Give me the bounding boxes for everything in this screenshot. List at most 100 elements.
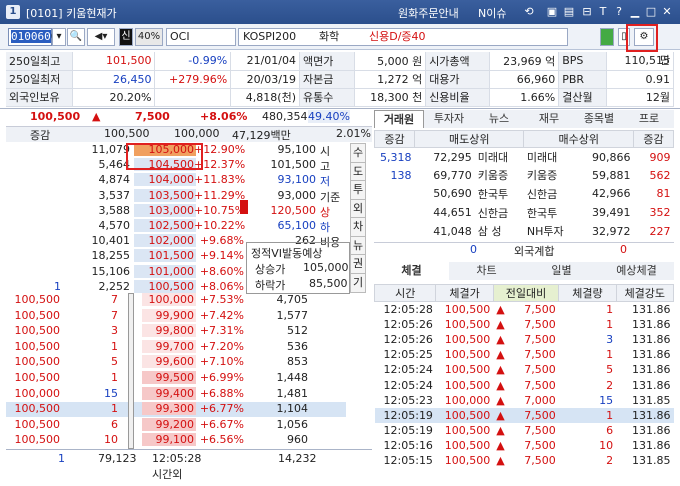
- bid-row[interactable]: 100,500 7 100,000 +7.53% 4,705: [6, 293, 346, 308]
- side-tab[interactable]: 차: [350, 217, 366, 237]
- copy-window-icon[interactable]: ▣: [545, 5, 559, 19]
- bid-price[interactable]: 99,600: [142, 355, 196, 369]
- info-value: 0.91: [606, 70, 674, 89]
- stock-code-input[interactable]: 0100600: [8, 28, 57, 46]
- trade-cell: 12:05:19: [383, 424, 433, 438]
- ask-price[interactable]: 101,000: [134, 264, 196, 278]
- info-label: 액면가: [299, 52, 356, 71]
- bid-row[interactable]: 100,500 3 99,800 +7.31% 512: [6, 324, 346, 339]
- side-tab[interactable]: 외: [350, 198, 366, 219]
- trade-volume: 480,354: [262, 110, 308, 123]
- bid-pct: +7.53%: [199, 293, 244, 306]
- ask-price[interactable]: 102,500: [134, 219, 196, 232]
- broker-cell: 227: [649, 224, 671, 238]
- trade-cell: 1: [606, 302, 614, 316]
- broker-cell: 59,881: [592, 168, 631, 182]
- maximize-icon[interactable]: □: [644, 5, 658, 19]
- code-dropdown-chevron-icon[interactable]: ▾: [52, 28, 66, 46]
- info-value: 20/03/19: [230, 70, 300, 89]
- broker-cell: 한국투: [526, 206, 558, 220]
- info-value: 4,818(천): [230, 88, 300, 107]
- bid-row[interactable]: 100,000 15 99,400 +6.88% 1,481: [6, 386, 346, 402]
- trade-tab-1[interactable]: 차트: [449, 262, 524, 280]
- bid-trade-price: 100,500: [14, 308, 61, 322]
- bid-price[interactable]: 99,400: [142, 386, 196, 400]
- order-guide-link[interactable]: 원화주문안내: [398, 5, 459, 21]
- bid-price[interactable]: 99,500: [142, 371, 196, 384]
- broker-cell: 키움증: [477, 169, 509, 183]
- after-hours-button[interactable]: 시간외: [152, 466, 182, 482]
- bid-row[interactable]: 100,500 7 99,900 +7.42% 1,577: [6, 308, 346, 324]
- scrollbar[interactable]: [128, 293, 134, 449]
- trade-cell: 12:05:19: [383, 408, 433, 422]
- side-tab[interactable]: 기: [350, 272, 366, 293]
- broker-cell: 42,966: [592, 187, 631, 201]
- bid-row[interactable]: 100,500 1 99,500 +6.99% 1,448: [6, 371, 346, 386]
- bid-trade-qty: 3: [111, 324, 118, 338]
- tab-4[interactable]: 종목별: [574, 110, 624, 128]
- font-size-icon[interactable]: T: [596, 5, 610, 19]
- orderbook-header-price1: 100,500: [104, 127, 150, 140]
- link-icon[interactable]: ⟲: [522, 5, 536, 19]
- info-row: 외국인보유 20.20% 4,818(천) 유통수 18,300 천 신용비율 1.66% 결…: [6, 88, 674, 107]
- sound-icon[interactable]: ◀▾: [87, 28, 115, 46]
- trade-cell: 100,500: [444, 424, 491, 438]
- bid-row[interactable]: 100,500 5 99,600 +7.10% 853: [6, 355, 346, 370]
- side-tab[interactable]: 수: [350, 143, 366, 163]
- ask-price[interactable]: 101,500: [134, 249, 196, 263]
- side-tab[interactable]: 권: [350, 254, 366, 274]
- pin-icon[interactable]: ⊟: [580, 5, 594, 19]
- side-tab[interactable]: 투: [350, 180, 366, 200]
- ask-price[interactable]: 103,000: [134, 203, 196, 217]
- bid-price[interactable]: 99,800: [142, 324, 196, 338]
- trade-cell: 12:05:26: [383, 332, 433, 346]
- tab-5[interactable]: 프로: [624, 110, 674, 128]
- vi-down-label: 하락가: [255, 279, 286, 292]
- bid-row[interactable]: 100,500 1 99,700 +7.20% 536: [6, 339, 346, 355]
- bid-price[interactable]: 99,200: [142, 417, 196, 431]
- bid-row[interactable]: 100,500 6 99,200 +6.67% 1,056: [6, 417, 346, 433]
- tab-2[interactable]: 뉴스: [474, 110, 524, 128]
- bid-pct: +6.77%: [199, 402, 244, 416]
- bid-row[interactable]: 100,500 1 99,300 +6.77% 1,104: [6, 402, 346, 418]
- help-icon[interactable]: ?: [612, 5, 626, 19]
- minimize-icon[interactable]: ▁: [628, 5, 642, 19]
- bid-qty: 1,481: [276, 386, 309, 400]
- tab-0[interactable]: 거래원: [374, 110, 424, 128]
- up-arrow-icon: ▲: [496, 439, 505, 453]
- bid-price[interactable]: 99,300: [142, 402, 196, 416]
- ask-price[interactable]: 100,500: [134, 279, 196, 293]
- ask-price[interactable]: 102,000: [134, 234, 196, 248]
- news-issue-link[interactable]: N이슈: [478, 5, 506, 21]
- trade-cell: 131.86: [632, 363, 671, 377]
- tile-icon[interactable]: ▤: [562, 5, 576, 19]
- trade-change: 7,500: [524, 439, 556, 453]
- trade-tab-0[interactable]: 체결: [374, 262, 449, 280]
- bid-price[interactable]: 99,700: [142, 339, 196, 353]
- up-arrow-icon: ▲: [496, 454, 505, 468]
- side-tab[interactable]: 뉴: [350, 235, 366, 256]
- order-icon[interactable]: [600, 28, 614, 46]
- ask-price[interactable]: 103,500: [134, 188, 196, 202]
- bid-price[interactable]: 99,900: [142, 308, 196, 322]
- info-value: 101,500: [72, 52, 156, 71]
- trade-tab-3[interactable]: 예상체결: [599, 262, 674, 280]
- trade-tab-2[interactable]: 일별: [524, 262, 599, 280]
- credit-badge: 신: [119, 28, 133, 46]
- bid-price[interactable]: 100,000: [142, 293, 196, 306]
- tab-1[interactable]: 투자자: [424, 110, 474, 128]
- bid-price[interactable]: 99,100: [142, 433, 196, 447]
- tab-3[interactable]: 재무: [524, 110, 574, 128]
- bid-trade-qty: 6: [111, 417, 118, 431]
- close-icon[interactable]: ✕: [660, 5, 674, 19]
- trade-change: 7,000: [524, 393, 556, 407]
- broker-cell: 신한금: [526, 187, 558, 201]
- broker-cell: 81: [656, 187, 671, 201]
- trade-row: 12:05:19 100,500 ▲ 7,500 6 131.86: [375, 423, 674, 438]
- search-icon[interactable]: 🔍: [67, 28, 85, 46]
- ask-price[interactable]: 104,000: [134, 173, 196, 187]
- bid-pct: +6.56%: [199, 433, 244, 447]
- side-tab[interactable]: 도: [350, 161, 366, 182]
- bid-row[interactable]: 100,500 10 99,100 +6.56% 960: [6, 433, 346, 448]
- bid-trade-price: 100,500: [14, 371, 61, 384]
